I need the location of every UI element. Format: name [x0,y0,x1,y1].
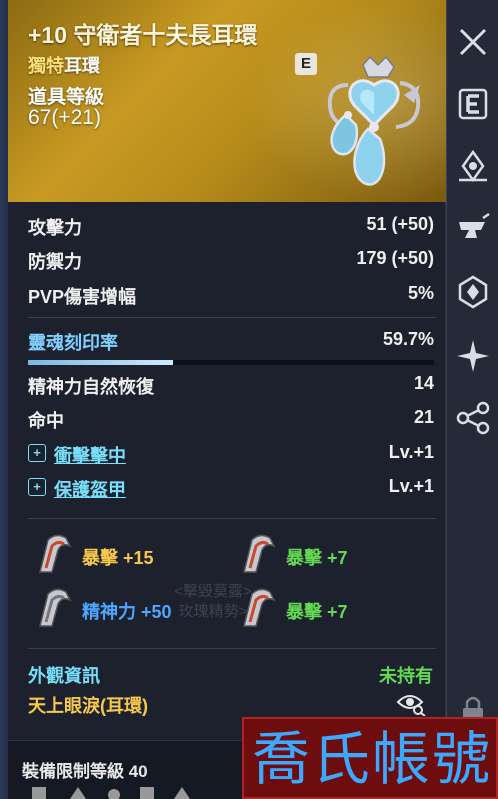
soul-imprint-label: 靈魂刻印率 [28,333,118,353]
soul-imprint-row: 靈魂刻印率 59.7% [28,325,434,355]
item-grade: 獨特 [28,56,64,76]
stat-value: 14 [413,373,434,393]
watermark-line: 玫瑰精勢> [178,603,248,620]
skill-row[interactable]: + 衝擊擊中 Lv.+1 [28,438,434,468]
footer-icons [32,787,190,799]
scale-icon [70,787,86,799]
refine-icon [458,275,488,309]
close-button[interactable] [455,24,491,60]
skill-level: Lv.+1 [388,442,434,462]
craft-button[interactable] [455,212,491,248]
equip-level-requirement: 裝備限制等級 40 [22,762,148,781]
stat-label: 防禦力 [28,252,82,272]
stat-label: 攻擊力 [28,218,82,238]
refine-button[interactable] [455,274,491,310]
engraving-stone-icon [39,534,72,573]
awaken-button[interactable] [455,338,491,374]
footer-icon [32,787,46,799]
engraving-bonus: +7 [327,548,348,568]
account-stamp: 喬氏帳號 [242,717,498,799]
footer-icon [108,789,120,799]
engraving-slot[interactable]: 暴擊 +15 [32,532,232,582]
engraving-name: 暴擊 [286,602,322,622]
preview-eye-icon[interactable] [396,692,426,716]
stat-row: 精神力自然恢復 14 [28,369,434,399]
skill-row[interactable]: + 保護盔甲 Lv.+1 [28,472,434,502]
soul-imprint-progress-bar [28,360,434,365]
engraving-stone-icon [243,534,276,573]
skill-link[interactable]: 衝擊擊中 [54,442,126,468]
star-icon [457,340,489,372]
soul-imprint-progress-fill [28,360,174,365]
soul-imprint-button[interactable] [455,148,491,184]
stat-value: 5% [407,283,434,303]
divider [28,317,436,318]
stat-row: PVP傷害增幅 5% [28,279,434,309]
engraving-name: 暴擊 [82,548,118,568]
skill-link[interactable]: 保護盔甲 [54,476,126,502]
engraving-slot[interactable]: 暴擊 +7 [236,532,436,582]
watermark-line: <擊毀莫露> [174,583,252,600]
action-sidebar [446,0,498,799]
anvil-icon [459,212,490,238]
item-type: 獨特耳環 [28,52,100,78]
stat-row: 命中 21 [28,403,434,433]
stamp-text: 喬氏帳號 [251,725,492,793]
footer-icon [140,787,154,799]
item-tooltip-window: +10 守衛者十夫長耳環 獨特耳環 道具等級 67(+21) E 攻擊力 51 … [0,0,498,799]
stat-value: 21 [413,407,434,427]
appearance-status: 未持有 [379,666,433,686]
engraving-bonus: +7 [327,602,348,622]
stat-label: PVP傷害增幅 [28,287,137,307]
earring-icon [327,55,421,186]
stat-row: 防禦力 179 (+50) [28,244,434,274]
appearance-label: 外觀資訊 [28,666,100,686]
stat-label: 命中 [28,411,64,431]
share-icon [456,401,490,435]
engraving-bonus: +15 [123,548,154,568]
stat-label: 精神力自然恢復 [28,377,154,397]
divider [28,648,436,649]
skill-plus-icon: + [28,478,46,496]
divider [28,518,436,519]
share-button[interactable] [455,400,491,436]
engraving-name: 暴擊 [286,548,322,568]
soul-imprint-value: 59.7% [382,329,434,349]
watermark: <擊毀莫露> 玫瑰精勢> [158,582,268,622]
footer-icon [174,787,190,799]
engraving-name: 精神力 [82,602,136,622]
enhance-e-icon [458,88,488,120]
enhance-button[interactable] [455,86,491,122]
stat-value: 51 (+50) [366,214,434,234]
skill-plus-icon: + [28,444,46,462]
item-type-label: 耳環 [64,56,100,76]
stat-row: 攻擊力 51 (+50) [28,210,434,240]
skill-level: Lv.+1 [388,476,434,496]
item-level: 67(+21) [28,106,101,129]
item-header: +10 守衛者十夫長耳環 獨特耳環 道具等級 67(+21) E [8,0,446,202]
item-level-label: 道具等級 [28,87,105,108]
soul-icon [459,149,487,183]
close-icon [459,28,487,56]
engraving-stone-icon [39,588,72,627]
stat-value: 179 (+50) [356,248,434,268]
appearance-item-name: 天上眼淚(耳環) [28,696,148,716]
item-tooltip-panel: +10 守衛者十夫長耳環 獨特耳環 道具等級 67(+21) E 攻擊力 51 … [8,0,446,799]
item-title: +10 守衛者十夫長耳環 [28,22,258,48]
